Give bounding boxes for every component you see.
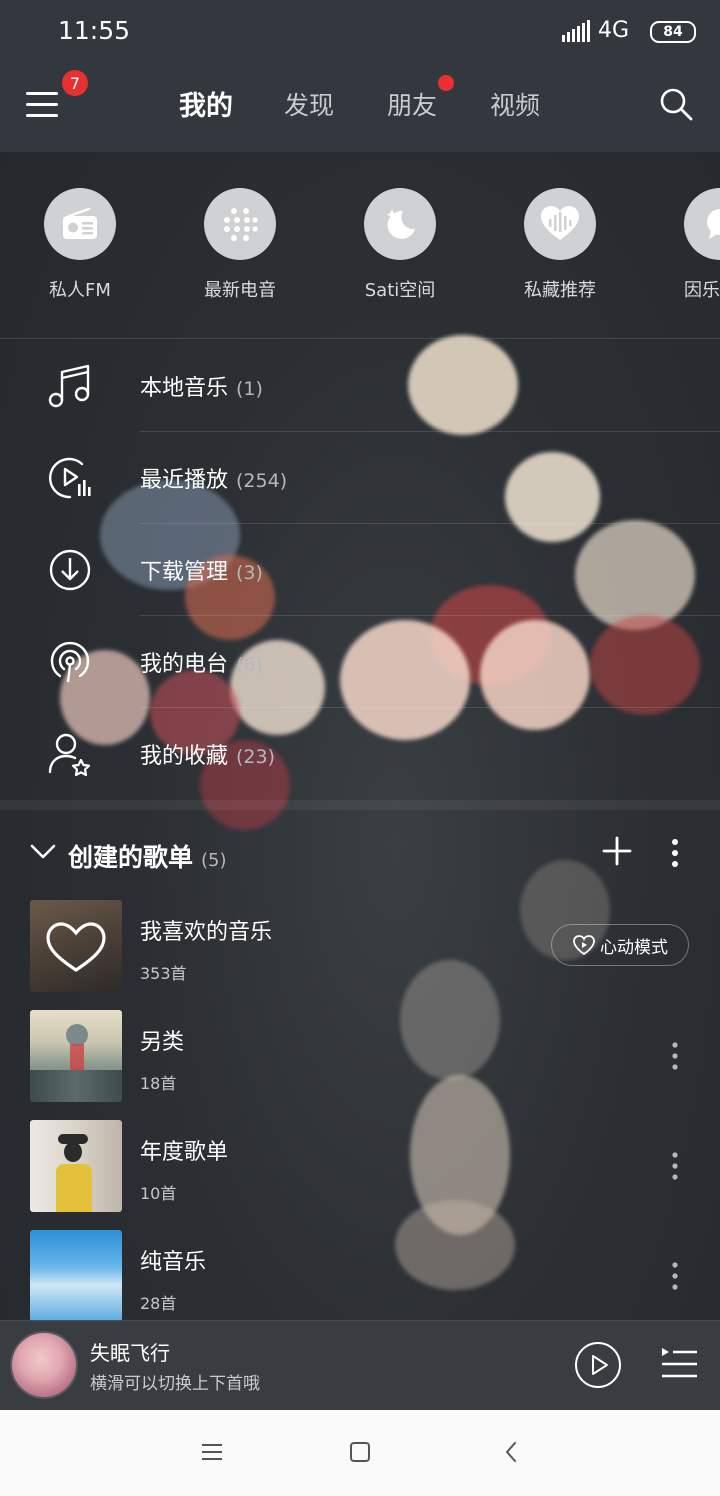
search-icon[interactable]	[658, 86, 694, 122]
list-item-label: 最近播放	[140, 468, 229, 493]
podcast-icon	[50, 641, 90, 683]
heart-mode-button[interactable]: 心动模式	[551, 924, 689, 966]
recent-play-icon	[49, 457, 91, 499]
playlist-name: 年度歌单	[140, 1140, 229, 1165]
chevron-down-icon[interactable]	[30, 842, 56, 862]
tab-video[interactable]: 视频	[490, 86, 540, 122]
playlist-cover	[30, 1010, 122, 1102]
menu-button[interactable]	[26, 88, 64, 120]
list-item-count: (254)	[236, 470, 288, 492]
quick-item-yinle[interactable]: 因乐	[650, 188, 720, 302]
home-icon[interactable]	[348, 1440, 372, 1464]
mini-player[interactable]: 失眠飞行 横滑可以切换上下首哦	[0, 1320, 720, 1411]
dots-grid-icon	[224, 208, 258, 241]
song-title: 失眠飞行	[90, 1341, 170, 1365]
playlist-count: 10首	[140, 1184, 177, 1203]
quick-item-label: 私藏推荐	[524, 280, 596, 301]
quick-item-sati-space[interactable]: Sati空间	[330, 188, 470, 302]
quick-item-label: 因乐	[684, 280, 720, 301]
recents-icon[interactable]	[200, 1440, 224, 1464]
list-item-count: (1)	[236, 378, 263, 400]
list-item-label: 下载管理	[140, 560, 229, 585]
playlist-name: 另类	[140, 1030, 185, 1055]
section-gap	[0, 800, 720, 810]
section-title: 创建的歌单	[68, 843, 194, 872]
friends-notification-dot	[438, 75, 454, 91]
quick-item-label: 私人FM	[49, 280, 111, 301]
play-icon[interactable]	[574, 1341, 622, 1389]
top-nav: 7 我的 发现 朋友 视频	[0, 62, 720, 150]
playlist-count: 353首	[140, 964, 187, 983]
status-time: 11:55	[58, 16, 131, 45]
list-item-local-music[interactable]: 本地音乐 (1)	[0, 340, 720, 432]
moon-icon	[386, 209, 415, 239]
music-note-icon	[48, 364, 90, 408]
quick-item-new-electronic[interactable]: 最新电音	[170, 188, 310, 302]
playlist-queue-icon[interactable]	[660, 1345, 698, 1383]
quick-item-private-fm[interactable]: 私人FM	[10, 188, 150, 302]
player-hint: 横滑可以切换上下首哦	[90, 1374, 260, 1394]
tab-friends[interactable]: 朋友	[387, 86, 437, 122]
list-item-my-favorites[interactable]: 我的收藏 (23)	[0, 708, 720, 800]
heart-wave-icon	[541, 206, 579, 240]
quick-item-private-recommend[interactable]: 私藏推荐	[490, 188, 630, 302]
playlist-row[interactable]: 纯音乐 28首	[0, 1230, 720, 1330]
menu-badge: 7	[62, 70, 88, 96]
playlist-row[interactable]: 我喜欢的音乐 353首 心动模式	[0, 900, 720, 1000]
quick-item-label: 最新电音	[204, 280, 276, 301]
tab-discover[interactable]: 发现	[284, 86, 334, 122]
more-vertical-icon[interactable]	[668, 1150, 682, 1182]
playlist-count: 28首	[140, 1294, 177, 1313]
chat-icon	[707, 209, 720, 239]
more-vertical-icon[interactable]	[668, 838, 682, 868]
signal-icon	[562, 20, 590, 42]
list-item-count: (3)	[236, 562, 263, 584]
add-playlist-icon[interactable]	[602, 836, 632, 866]
tab-mine[interactable]: 我的	[179, 84, 233, 123]
download-icon	[49, 549, 91, 591]
playlist-count: 18首	[140, 1074, 177, 1093]
list-item-download[interactable]: 下载管理 (3)	[0, 524, 720, 616]
playlist-cover	[30, 900, 122, 992]
section-count: (5)	[201, 850, 227, 871]
heart-mode-label: 心动模式	[600, 937, 668, 958]
network-type: 4G	[598, 18, 630, 43]
list-item-label: 本地音乐	[140, 376, 229, 401]
quick-access-row: 私人FM 最新电音 Sati空间 私藏推荐 因乐	[0, 188, 720, 308]
status-bar: 11:55 4G 84	[0, 0, 720, 62]
heart-play-icon	[573, 935, 595, 956]
list-item-count: (23)	[236, 746, 276, 768]
system-nav-bar	[0, 1410, 720, 1496]
album-art[interactable]	[10, 1331, 78, 1399]
radio-icon	[63, 207, 97, 239]
quick-item-label: Sati空间	[364, 280, 436, 301]
playlist-row[interactable]: 另类 18首	[0, 1010, 720, 1110]
more-vertical-icon[interactable]	[668, 1040, 682, 1072]
playlist-name: 我喜欢的音乐	[140, 920, 273, 945]
list-item-label: 我的收藏	[140, 744, 229, 769]
created-playlists-header[interactable]: 创建的歌单 (5)	[0, 830, 720, 878]
playlist-row[interactable]: 年度歌单 10首	[0, 1120, 720, 1220]
user-star-icon	[48, 733, 91, 777]
playlist-name: 纯音乐	[140, 1250, 207, 1275]
playlist-cover	[30, 1230, 122, 1322]
list-item-my-radio[interactable]: 我的电台 (6)	[0, 616, 720, 708]
back-icon[interactable]	[500, 1440, 524, 1464]
battery-icon: 84	[650, 21, 696, 43]
list-item-count: (6)	[236, 654, 263, 676]
divider	[0, 338, 720, 339]
more-vertical-icon[interactable]	[668, 1260, 682, 1292]
playlist-cover	[30, 1120, 122, 1212]
list-item-recent-play[interactable]: 最近播放 (254)	[0, 432, 720, 524]
heart-icon	[46, 922, 106, 972]
list-item-label: 我的电台	[140, 652, 229, 677]
